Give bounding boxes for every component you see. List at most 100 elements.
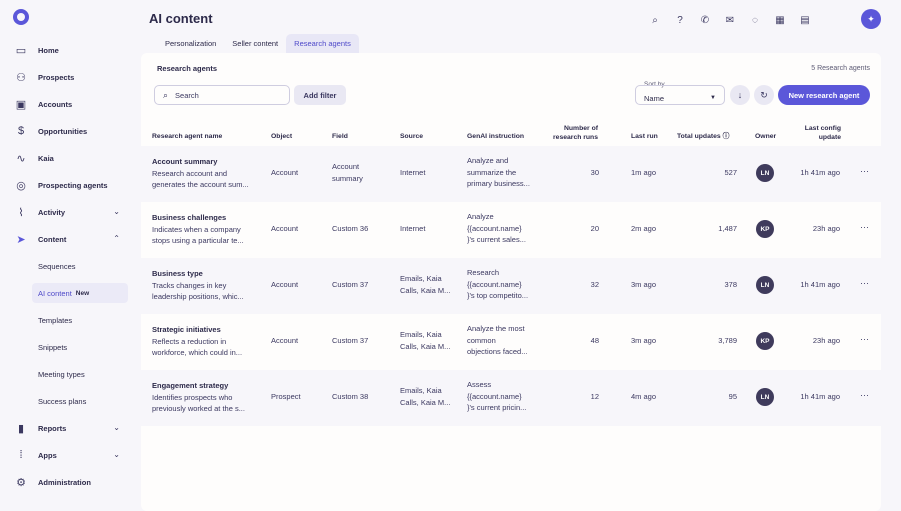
sidebar-item-label: Activity <box>38 207 66 217</box>
search-box: ⌕ <box>154 85 290 105</box>
agent-name-cell: Engagement strategy Identifies prospects… <box>152 380 260 415</box>
agent-name[interactable]: Business type <box>152 268 260 280</box>
table-row[interactable]: Business challenges Indicates when a com… <box>141 202 881 258</box>
new-research-agent-button[interactable]: New research agent <box>778 85 870 105</box>
sidebar-item-administration[interactable]: ⚙ Administration <box>6 471 128 493</box>
sidebar-subitem-sequences[interactable]: Sequences <box>32 256 128 276</box>
sidebar-subitem-label: Meeting types <box>38 369 85 379</box>
last-run-cell: 2m ago <box>631 224 657 233</box>
tab-research-agents[interactable]: Research agents <box>286 34 359 53</box>
mail-icon[interactable]: ✉ <box>722 12 738 28</box>
more-options-icon[interactable]: ··· <box>860 390 869 400</box>
sidebar-item-accounts[interactable]: ▣ Accounts <box>6 93 128 115</box>
instruction-line: Assess <box>467 380 492 389</box>
tab-seller-content[interactable]: Seller content <box>224 34 286 53</box>
more-options-icon[interactable]: ··· <box>860 334 869 344</box>
table-row[interactable]: Engagement strategy Identifies prospects… <box>141 370 881 426</box>
sidebar-subitem-success-plans[interactable]: Success plans <box>32 391 128 411</box>
image-icon[interactable]: ▤ <box>797 12 813 28</box>
search-input[interactable] <box>175 90 276 100</box>
sidebar-item-kaia[interactable]: ∿ Kaia <box>6 147 128 169</box>
agent-name-cell: Account summary Research account and gen… <box>152 156 260 191</box>
column-header-instruction[interactable]: GenAI instruction <box>467 132 524 141</box>
field-line: summary <box>332 173 363 183</box>
owner-avatar[interactable]: LN <box>756 164 774 182</box>
sidebar-subitem-templates[interactable]: Templates <box>32 310 128 330</box>
source-line: Calls, Kaia M... <box>400 285 451 295</box>
column-header-field[interactable]: Field <box>332 132 348 141</box>
column-header-last-run[interactable]: Last run <box>631 132 658 141</box>
sidebar-item-prospecting-agents[interactable]: ◎ Prospecting agents <box>6 174 128 196</box>
calendar-icon[interactable]: ▦ <box>772 12 788 28</box>
column-header-name[interactable]: Research agent name <box>152 132 222 141</box>
source-cell: Internet <box>400 223 425 235</box>
agent-description: Tracks changes in key <box>152 280 227 290</box>
owner-avatar[interactable]: KP <box>756 332 774 350</box>
more-options-icon[interactable]: ··· <box>860 166 869 176</box>
instruction-line: {{account.name} <box>467 391 522 401</box>
column-header-total-updates[interactable]: Total updates ⓘ <box>677 132 729 141</box>
dollar-icon: $ <box>17 125 25 137</box>
column-header-runs[interactable]: Number of research runs <box>546 124 598 142</box>
field-line: Custom 37 <box>332 280 369 289</box>
help-icon[interactable]: ? <box>672 12 688 28</box>
column-header-object[interactable]: Object <box>271 132 292 141</box>
agent-name[interactable]: Account summary <box>152 156 260 168</box>
chat-icon[interactable]: ◌ <box>747 12 763 28</box>
agent-name-cell: Strategic initiatives Reflects a reducti… <box>152 324 260 359</box>
column-header-owner[interactable]: Owner <box>755 132 776 141</box>
owner-avatar[interactable]: LN <box>756 388 774 406</box>
sidebar-item-content[interactable]: ➤ Content ⌃ <box>6 228 128 250</box>
more-options-icon[interactable]: ··· <box>860 222 869 232</box>
sort-direction-button[interactable]: ↓ <box>730 85 750 105</box>
field-cell: Account summary <box>332 161 363 184</box>
sidebar-subitem-ai-content[interactable]: AI content New <box>32 283 128 303</box>
more-options-icon[interactable]: ··· <box>860 278 869 288</box>
agent-name-cell: Business type Tracks changes in key lead… <box>152 268 260 303</box>
agent-description: leadership positions, whic... <box>152 292 244 301</box>
owner-avatar[interactable]: LN <box>756 276 774 294</box>
sidebar-item-reports[interactable]: ▮ Reports ⌄ <box>6 417 128 439</box>
info-icon: ⓘ <box>722 133 730 140</box>
agent-name[interactable]: Strategic initiatives <box>152 324 260 336</box>
sidebar-item-prospects[interactable]: ⚇ Prospects <box>6 66 128 88</box>
column-header-config-update[interactable]: Last config update <box>791 124 841 142</box>
chevron-up-icon: ⌃ <box>113 234 120 243</box>
object-cell: Account <box>271 336 299 345</box>
search-icon[interactable]: ⌕ <box>647 12 663 28</box>
user-avatar[interactable]: ✦ <box>861 9 881 29</box>
runs-cell: 12 <box>590 392 599 401</box>
sidebar-item-activity[interactable]: ⌇ Activity ⌄ <box>6 201 128 223</box>
sidebar-subitem-snippets[interactable]: Snippets <box>32 337 128 357</box>
field-cell: Custom 37 <box>332 335 368 347</box>
sparkle-icon: ✦ <box>867 13 875 24</box>
refresh-button[interactable]: ↻ <box>754 85 774 105</box>
agent-name[interactable]: Engagement strategy <box>152 380 260 392</box>
column-header-source[interactable]: Source <box>400 132 423 141</box>
sidebar-subitem-label: Templates <box>38 315 73 325</box>
object-cell: Prospect <box>271 392 301 401</box>
field-cell: Custom 36 <box>332 223 368 235</box>
add-filter-button[interactable]: Add filter <box>294 85 346 105</box>
sidebar-item-apps[interactable]: ⁞ Apps ⌄ <box>6 444 128 466</box>
sidebar-subitem-label: AI content <box>38 288 72 298</box>
new-badge: New <box>75 289 90 297</box>
runs-cell: 30 <box>590 168 599 177</box>
source-cell: Emails, Kaia Calls, Kaia M... <box>400 385 450 408</box>
source-line: Internet <box>400 224 426 233</box>
table-row[interactable]: Strategic initiatives Reflects a reducti… <box>141 314 881 370</box>
sidebar-subitem-meeting-types[interactable]: Meeting types <box>32 364 128 384</box>
table-row[interactable]: Account summary Research account and gen… <box>141 146 881 202</box>
agent-description: stops using a particular te... <box>152 236 244 245</box>
agent-name[interactable]: Business challenges <box>152 212 260 224</box>
phone-icon[interactable]: ✆ <box>697 12 713 28</box>
sort-select[interactable]: Name ▼ <box>635 85 725 105</box>
sidebar-item-home[interactable]: ▭ Home <box>6 39 128 61</box>
owner-avatar[interactable]: KP <box>756 220 774 238</box>
tab-personalization[interactable]: Personalization <box>157 34 224 53</box>
config-update-cell: 23h ago <box>812 224 840 233</box>
bar-chart-icon: ▮ <box>17 422 25 435</box>
sidebar-item-opportunities[interactable]: $ Opportunities <box>6 120 128 142</box>
table-row[interactable]: Business type Tracks changes in key lead… <box>141 258 881 314</box>
app-logo[interactable] <box>13 9 29 25</box>
